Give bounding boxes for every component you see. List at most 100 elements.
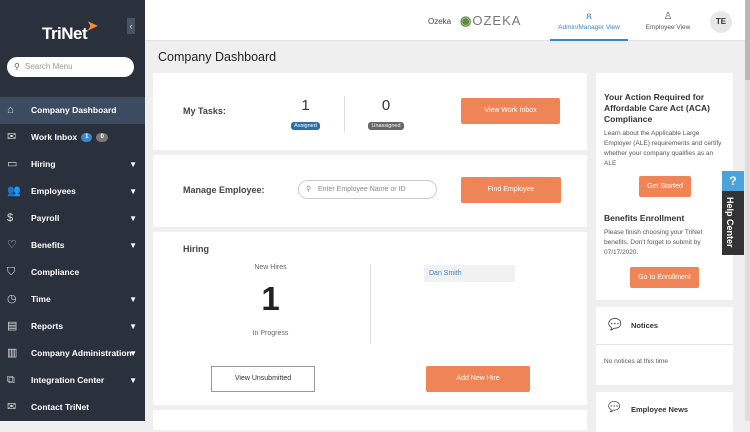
sidebar-item-company-administration[interactable]: ▥ Company Administration ▼ bbox=[0, 340, 145, 367]
hiring-card: Hiring New Hires 1 In Progress Dan Smith… bbox=[153, 232, 587, 405]
get-started-button[interactable]: Get Started bbox=[639, 176, 691, 197]
search-menu-input[interactable]: ⚲ Search Menu bbox=[7, 57, 134, 77]
help-center-label: Help Center bbox=[725, 197, 735, 248]
people-icon: 👥 bbox=[7, 185, 21, 197]
hiring-title: Hiring bbox=[183, 244, 209, 254]
inbox-badge-assigned: 1 bbox=[81, 133, 93, 143]
next-card bbox=[153, 410, 587, 430]
chevron-down-icon: ▼ bbox=[129, 322, 137, 331]
sidebar-item-label: Integration Center bbox=[31, 375, 105, 385]
employee-news-title: Employee News bbox=[631, 405, 689, 414]
search-icon: ⚲ bbox=[306, 186, 312, 193]
assigned-badge[interactable]: Assigned bbox=[291, 122, 320, 130]
chevron-down-icon: ▼ bbox=[129, 187, 137, 196]
company-name: Ozeka bbox=[428, 17, 452, 26]
report-icon: ▤ bbox=[7, 320, 18, 332]
new-hires-label: New Hires bbox=[254, 264, 287, 271]
notice-bubble-icon: 💬 bbox=[608, 319, 622, 331]
chevron-down-icon: ▼ bbox=[129, 241, 137, 250]
page-title: Company Dashboard bbox=[158, 50, 277, 64]
tab-employee-view[interactable]: ♙ Employee View bbox=[629, 0, 707, 41]
logo-mark-icon: ➤ bbox=[87, 18, 98, 33]
sidebar-item-label: Compliance bbox=[31, 267, 80, 277]
help-center-button[interactable]: ? Help Center bbox=[722, 171, 744, 255]
sidebar-item-contact-trinet[interactable]: ✉ Contact TriNet bbox=[0, 394, 145, 421]
sidebar-item-label: Payroll bbox=[31, 213, 60, 223]
sidebar-item-reports[interactable]: ▤ Reports ▼ bbox=[0, 313, 145, 340]
manage-employee-label: Manage Employee: bbox=[183, 185, 265, 195]
my-tasks-label: My Tasks: bbox=[183, 106, 226, 116]
inbox-icon: ✉ bbox=[7, 131, 17, 143]
notices-text: No notices at this time bbox=[604, 358, 668, 365]
sidebar-item-payroll[interactable]: $ Payroll ▼ bbox=[0, 205, 145, 232]
employee-search-input[interactable]: ⚲ Enter Employee Name or ID bbox=[298, 180, 437, 199]
new-hire-dan-smith[interactable]: Dan Smith bbox=[424, 265, 515, 282]
briefcase-icon: ▭ bbox=[7, 158, 18, 170]
sidebar-item-compliance[interactable]: ⛉ Compliance bbox=[0, 259, 145, 286]
notices-card: 💬 Notices No notices at this time bbox=[596, 307, 733, 385]
home-icon: ⌂ bbox=[7, 104, 14, 116]
chevron-down-icon: ▼ bbox=[129, 160, 137, 169]
sidebar-item-label: Company Administration bbox=[31, 348, 132, 358]
sidebar-item-label: Hiring bbox=[31, 159, 56, 169]
chevron-down-icon: ▼ bbox=[129, 349, 137, 358]
trinet-logo[interactable]: TriNet ➤ bbox=[42, 18, 98, 44]
news-bubble-icon: 💬 bbox=[608, 402, 621, 413]
sidebar-item-label: Contact TriNet bbox=[31, 402, 90, 412]
unassigned-count: 0 bbox=[381, 97, 391, 114]
top-bar: Ozeka ◉OZEKA ጸ Admin/Manager View ♙ Employ… bbox=[145, 0, 745, 41]
scrollbar[interactable] bbox=[745, 0, 750, 421]
add-new-hire-button[interactable]: Add New Hire bbox=[426, 366, 530, 392]
in-progress-label: In Progress bbox=[252, 330, 289, 337]
sidebar-item-hiring[interactable]: ▭ Hiring ▼ bbox=[0, 151, 145, 178]
heart-icon: ♡ bbox=[7, 239, 17, 251]
view-unsubmitted-button[interactable]: View Unsubmitted bbox=[211, 366, 315, 392]
sidebar-item-integration-center[interactable]: ⧉ Integration Center ▼ bbox=[0, 367, 145, 394]
person-icon: ♙ bbox=[663, 11, 673, 22]
company-logo: ◉OZEKA bbox=[460, 13, 522, 28]
integration-icon: ⧉ bbox=[7, 374, 15, 386]
my-tasks-card: My Tasks: 1 Assigned 0 Unassigned View W… bbox=[153, 73, 587, 150]
question-icon: ? bbox=[722, 171, 744, 191]
benefits-text: Please finish choosing your TriNet benef… bbox=[604, 229, 703, 256]
sidebar-item-label: Employees bbox=[31, 186, 76, 196]
mail-icon: ✉ bbox=[7, 401, 17, 413]
assigned-count: 1 bbox=[301, 97, 310, 114]
sidebar-item-label: Benefits bbox=[31, 240, 65, 250]
sidebar-item-company-dashboard[interactable]: ⌂ Company Dashboard bbox=[0, 97, 145, 124]
sidebar-item-label: Work Inbox bbox=[31, 132, 78, 142]
chevron-down-icon: ▼ bbox=[129, 295, 137, 304]
new-hires-count: 1 bbox=[261, 280, 280, 317]
shield-icon: ⛉ bbox=[7, 266, 16, 278]
sidebar-item-benefits[interactable]: ♡ Benefits ▼ bbox=[0, 232, 145, 259]
manage-employee-card: Manage Employee: ⚲ Enter Employee Name or… bbox=[153, 155, 587, 227]
sidebar-item-label: Company Dashboard bbox=[31, 105, 117, 115]
sidebar-item-work-inbox[interactable]: ✉ Work Inbox 1 0 bbox=[0, 124, 145, 151]
dollar-icon: $ bbox=[7, 212, 14, 224]
sidebar-item-employees[interactable]: 👥 Employees ▼ bbox=[0, 178, 145, 205]
search-icon: ⚲ bbox=[14, 62, 20, 71]
sidebar-item-time[interactable]: ◷ Time ▼ bbox=[0, 286, 145, 313]
go-to-enrollment-button[interactable]: Go to Enrollment bbox=[630, 267, 699, 288]
notices-title: Notices bbox=[631, 321, 659, 330]
clock-icon: ◷ bbox=[7, 293, 17, 305]
sidebar: TriNet ➤ ‹ ⚲ Search Menu ⌂ Company Dashboar… bbox=[0, 0, 145, 421]
aca-card: Your Action Required for Affordable Care… bbox=[596, 73, 733, 300]
sidebar-item-label: Reports bbox=[31, 321, 64, 331]
chevron-down-icon: ▼ bbox=[129, 214, 137, 223]
benefits-enrollment-title: Benefits Enrollment bbox=[604, 213, 685, 223]
tab-admin-manager-view[interactable]: ጸ Admin/Manager View bbox=[550, 0, 628, 41]
chevron-down-icon: ▼ bbox=[129, 376, 137, 385]
building-icon: ▥ bbox=[7, 347, 18, 359]
inbox-badge-unassigned: 0 bbox=[96, 133, 108, 143]
aca-text: Learn about the Applicable Large Employe… bbox=[604, 130, 722, 167]
employee-news-card: 💬 Employee News bbox=[596, 392, 733, 432]
sidebar-item-label: Time bbox=[31, 294, 51, 304]
group-icon: ጸ bbox=[586, 11, 592, 22]
view-work-inbox-button[interactable]: View Work Inbox bbox=[461, 98, 560, 124]
aca-title: Your Action Required for Affordable Care… bbox=[604, 92, 710, 124]
avatar[interactable]: TE bbox=[710, 11, 732, 33]
find-employee-button[interactable]: Find Employee bbox=[461, 177, 561, 203]
collapse-sidebar-button[interactable]: ‹ bbox=[127, 18, 135, 34]
unassigned-badge[interactable]: Unassigned bbox=[368, 122, 404, 130]
